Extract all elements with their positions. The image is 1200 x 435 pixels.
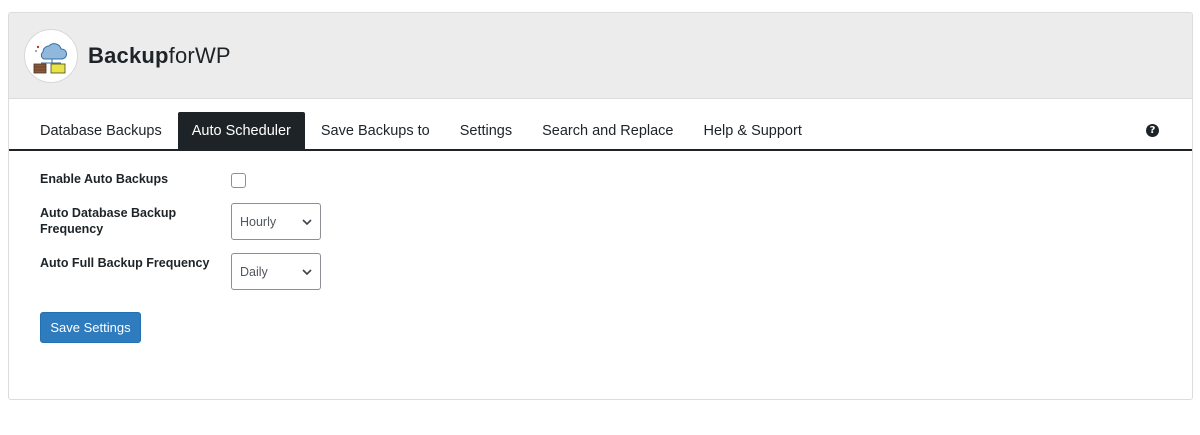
question-circle-icon[interactable]: ? <box>1146 124 1159 137</box>
chevron-down-icon <box>302 219 312 226</box>
backup-cloud-logo-icon <box>33 42 68 73</box>
tab-save-backups-to[interactable]: Save Backups to <box>307 112 444 149</box>
db-frequency-value: Hourly <box>240 214 277 229</box>
brand-name-bold: Backup <box>88 42 169 68</box>
full-frequency-label: Auto Full Backup Frequency <box>40 256 210 270</box>
logo <box>24 28 78 83</box>
tab-auto-scheduler[interactable]: Auto Scheduler <box>177 112 305 149</box>
full-frequency-value: Daily <box>240 264 268 279</box>
chevron-down-icon <box>302 269 312 276</box>
tab-search-and-replace[interactable]: Search and Replace <box>528 112 687 149</box>
full-frequency-select[interactable]: Daily <box>231 253 321 290</box>
tab-settings[interactable]: Settings <box>446 112 526 149</box>
tab-bar: Database Backups Auto Scheduler Save Bac… <box>9 112 1192 151</box>
db-frequency-select[interactable]: Hourly <box>231 203 321 240</box>
brand-name-light: forWP <box>168 42 231 68</box>
plugin-header: BackupforWP <box>9 13 1192 99</box>
plugin-panel: BackupforWP Database Backups Auto Schedu… <box>8 12 1193 400</box>
enable-auto-backups-checkbox[interactable] <box>231 173 246 188</box>
enable-auto-backups-label: Enable Auto Backups <box>40 172 169 186</box>
save-settings-button[interactable]: Save Settings <box>40 312 141 343</box>
brand-name: BackupforWP <box>88 43 231 69</box>
db-frequency-label: Auto Database Backup Frequency <box>40 206 177 236</box>
tab-help-support[interactable]: Help & Support <box>690 112 816 149</box>
tab-database-backups[interactable]: Database Backups <box>26 112 176 149</box>
